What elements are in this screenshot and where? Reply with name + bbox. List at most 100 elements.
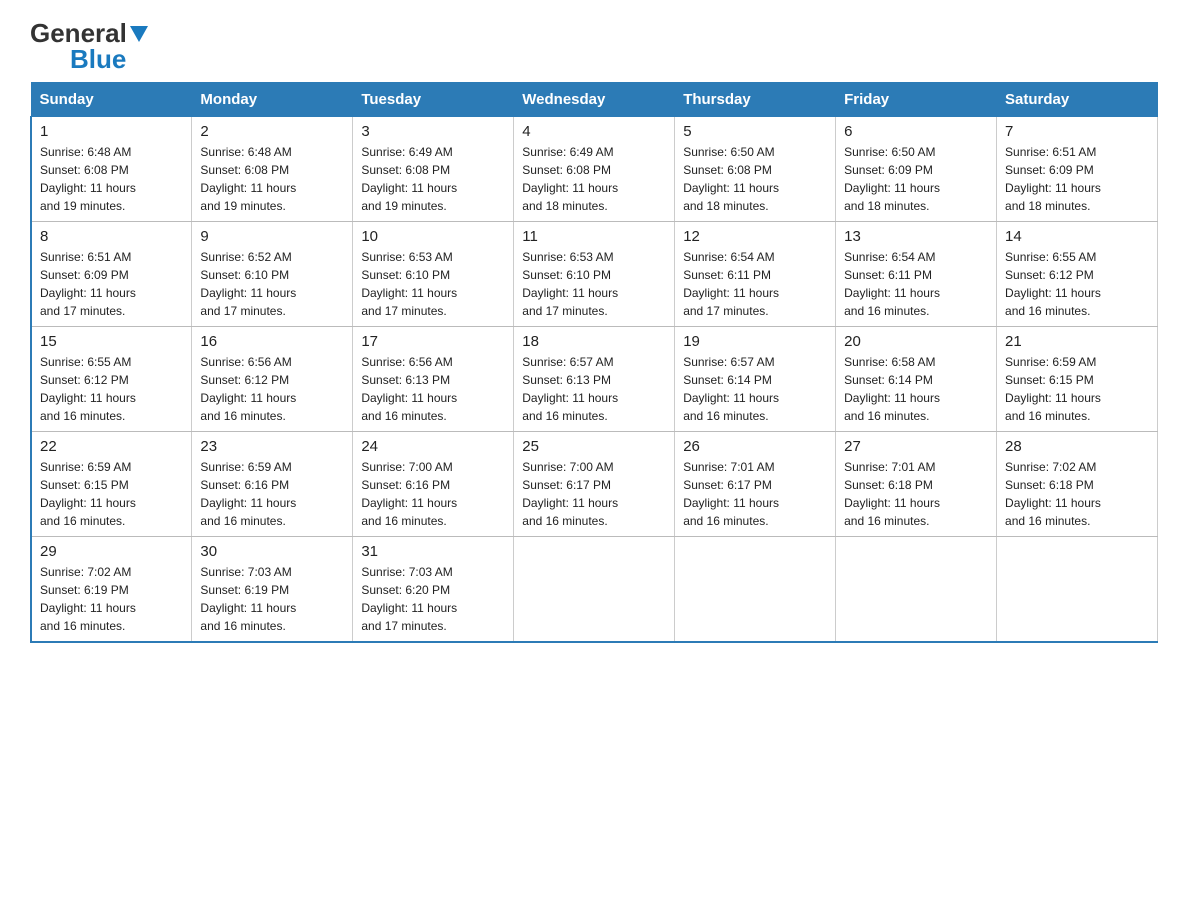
day-cell: 16 Sunrise: 6:56 AMSunset: 6:12 PMDayligh… [192,327,353,432]
day-info: Sunrise: 7:00 AMSunset: 6:17 PMDaylight:… [522,458,666,530]
day-info: Sunrise: 6:50 AMSunset: 6:08 PMDaylight:… [683,143,827,215]
header-wednesday: Wednesday [514,83,675,117]
day-info: Sunrise: 6:49 AMSunset: 6:08 PMDaylight:… [361,143,505,215]
day-cell: 19 Sunrise: 6:57 AMSunset: 6:14 PMDayligh… [675,327,836,432]
day-number: 7 [1005,123,1149,140]
day-cell: 18 Sunrise: 6:57 AMSunset: 6:13 PMDayligh… [514,327,675,432]
day-number: 12 [683,228,827,245]
day-number: 27 [844,438,988,455]
week-row-1: 1Sunrise: 6:48 AMSunset: 6:08 PMDaylight… [31,117,1158,222]
day-cell: 3 Sunrise: 6:49 AMSunset: 6:08 PMDaylight… [353,117,514,222]
day-cell [836,537,997,643]
week-row-2: 8 Sunrise: 6:51 AMSunset: 6:09 PMDaylight… [31,222,1158,327]
day-info: Sunrise: 6:59 AMSunset: 6:16 PMDaylight:… [200,458,344,530]
day-info: Sunrise: 6:53 AMSunset: 6:10 PMDaylight:… [361,248,505,320]
logo-blue-text: Blue [70,46,126,72]
day-cell [514,537,675,643]
day-info: Sunrise: 6:48 AMSunset: 6:08 PMDaylight:… [40,143,183,215]
header-sunday: Sunday [31,83,192,117]
calendar-table: SundayMondayTuesdayWednesdayThursdayFrid… [30,82,1158,643]
day-number: 19 [683,333,827,350]
day-info: Sunrise: 6:52 AMSunset: 6:10 PMDaylight:… [200,248,344,320]
day-cell: 24 Sunrise: 7:00 AMSunset: 6:16 PMDayligh… [353,432,514,537]
day-info: Sunrise: 6:49 AMSunset: 6:08 PMDaylight:… [522,143,666,215]
day-info: Sunrise: 6:51 AMSunset: 6:09 PMDaylight:… [1005,143,1149,215]
day-number: 28 [1005,438,1149,455]
day-info: Sunrise: 7:03 AMSunset: 6:20 PMDaylight:… [361,563,505,635]
day-cell: 15 Sunrise: 6:55 AMSunset: 6:12 PMDayligh… [31,327,192,432]
day-number: 3 [361,123,505,140]
day-info: Sunrise: 6:56 AMSunset: 6:13 PMDaylight:… [361,353,505,425]
day-info: Sunrise: 7:03 AMSunset: 6:19 PMDaylight:… [200,563,344,635]
day-cell: 10 Sunrise: 6:53 AMSunset: 6:10 PMDayligh… [353,222,514,327]
day-cell: 23Sunrise: 6:59 AMSunset: 6:16 PMDayligh… [192,432,353,537]
day-number: 6 [844,123,988,140]
day-info: Sunrise: 6:59 AMSunset: 6:15 PMDaylight:… [1005,353,1149,425]
day-cell: 1Sunrise: 6:48 AMSunset: 6:08 PMDaylight… [31,117,192,222]
day-info: Sunrise: 6:58 AMSunset: 6:14 PMDaylight:… [844,353,988,425]
day-number: 4 [522,123,666,140]
calendar-header-row: SundayMondayTuesdayWednesdayThursdayFrid… [31,83,1158,117]
day-info: Sunrise: 6:55 AMSunset: 6:12 PMDaylight:… [1005,248,1149,320]
day-number: 30 [200,543,344,560]
day-number: 21 [1005,333,1149,350]
day-info: Sunrise: 6:53 AMSunset: 6:10 PMDaylight:… [522,248,666,320]
week-row-5: 29 Sunrise: 7:02 AMSunset: 6:19 PMDayligh… [31,537,1158,643]
day-number: 18 [522,333,666,350]
day-cell: 29 Sunrise: 7:02 AMSunset: 6:19 PMDayligh… [31,537,192,643]
day-info: Sunrise: 7:02 AMSunset: 6:19 PMDaylight:… [40,563,183,635]
day-info: Sunrise: 7:01 AMSunset: 6:18 PMDaylight:… [844,458,988,530]
day-cell [675,537,836,643]
day-number: 13 [844,228,988,245]
day-cell: 6Sunrise: 6:50 AMSunset: 6:09 PMDaylight… [836,117,997,222]
day-info: Sunrise: 6:56 AMSunset: 6:12 PMDaylight:… [200,353,344,425]
day-number: 9 [200,228,344,245]
day-cell: 12Sunrise: 6:54 AMSunset: 6:11 PMDayligh… [675,222,836,327]
day-info: Sunrise: 6:54 AMSunset: 6:11 PMDaylight:… [844,248,988,320]
day-info: Sunrise: 6:55 AMSunset: 6:12 PMDaylight:… [40,353,183,425]
day-number: 24 [361,438,505,455]
header-tuesday: Tuesday [353,83,514,117]
day-info: Sunrise: 6:57 AMSunset: 6:13 PMDaylight:… [522,353,666,425]
day-info: Sunrise: 7:02 AMSunset: 6:18 PMDaylight:… [1005,458,1149,530]
day-number: 8 [40,228,183,245]
header-friday: Friday [836,83,997,117]
day-info: Sunrise: 6:57 AMSunset: 6:14 PMDaylight:… [683,353,827,425]
day-cell: 27 Sunrise: 7:01 AMSunset: 6:18 PMDayligh… [836,432,997,537]
week-row-4: 22Sunrise: 6:59 AMSunset: 6:15 PMDayligh… [31,432,1158,537]
day-cell: 22Sunrise: 6:59 AMSunset: 6:15 PMDayligh… [31,432,192,537]
day-info: Sunrise: 7:00 AMSunset: 6:16 PMDaylight:… [361,458,505,530]
day-cell: 30 Sunrise: 7:03 AMSunset: 6:19 PMDayligh… [192,537,353,643]
day-cell [997,537,1158,643]
day-cell: 9 Sunrise: 6:52 AMSunset: 6:10 PMDaylight… [192,222,353,327]
header-saturday: Saturday [997,83,1158,117]
day-cell: 2Sunrise: 6:48 AMSunset: 6:08 PMDaylight… [192,117,353,222]
day-number: 29 [40,543,183,560]
day-info: Sunrise: 6:48 AMSunset: 6:08 PMDaylight:… [200,143,344,215]
day-cell: 21 Sunrise: 6:59 AMSunset: 6:15 PMDayligh… [997,327,1158,432]
day-number: 26 [683,438,827,455]
day-cell: 14 Sunrise: 6:55 AMSunset: 6:12 PMDayligh… [997,222,1158,327]
day-number: 5 [683,123,827,140]
day-cell: 8 Sunrise: 6:51 AMSunset: 6:09 PMDaylight… [31,222,192,327]
day-number: 14 [1005,228,1149,245]
day-number: 15 [40,333,183,350]
day-cell: 13 Sunrise: 6:54 AMSunset: 6:11 PMDayligh… [836,222,997,327]
day-info: Sunrise: 7:01 AMSunset: 6:17 PMDaylight:… [683,458,827,530]
day-number: 31 [361,543,505,560]
week-row-3: 15 Sunrise: 6:55 AMSunset: 6:12 PMDayligh… [31,327,1158,432]
day-cell: 5 Sunrise: 6:50 AMSunset: 6:08 PMDaylight… [675,117,836,222]
page-header: General Blue [30,20,1158,72]
day-cell: 4 Sunrise: 6:49 AMSunset: 6:08 PMDaylight… [514,117,675,222]
day-info: Sunrise: 6:51 AMSunset: 6:09 PMDaylight:… [40,248,183,320]
day-number: 25 [522,438,666,455]
day-number: 16 [200,333,344,350]
day-number: 10 [361,228,505,245]
day-number: 22 [40,438,183,455]
day-cell: 20Sunrise: 6:58 AMSunset: 6:14 PMDayligh… [836,327,997,432]
day-number: 11 [522,228,666,245]
day-cell: 26 Sunrise: 7:01 AMSunset: 6:17 PMDayligh… [675,432,836,537]
day-cell: 31 Sunrise: 7:03 AMSunset: 6:20 PMDayligh… [353,537,514,643]
day-cell: 7 Sunrise: 6:51 AMSunset: 6:09 PMDaylight… [997,117,1158,222]
logo-general-text: General [30,20,148,46]
